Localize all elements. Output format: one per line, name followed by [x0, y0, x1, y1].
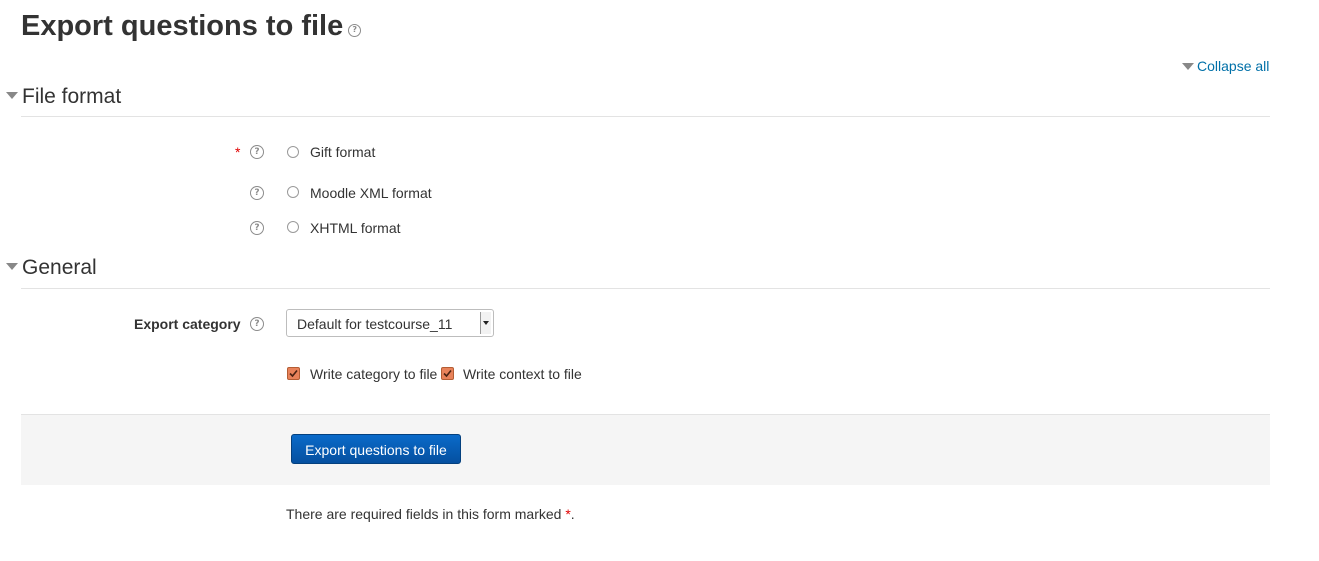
radio-gift-format[interactable] — [287, 146, 299, 158]
required-marker: * — [235, 144, 241, 160]
section-general-heading: General — [22, 256, 97, 279]
write-context-label[interactable]: Write context to file — [463, 366, 582, 382]
triangle-down-icon — [6, 262, 18, 270]
section-file-format-toggle[interactable]: File format — [6, 84, 121, 110]
help-icon[interactable]: ? — [348, 23, 362, 37]
help-icon[interactable]: ? — [250, 145, 264, 159]
help-icon[interactable]: ? — [250, 317, 264, 331]
collapse-all-link[interactable]: Collapse all — [1182, 58, 1269, 74]
required-note-text: There are required fields in this form m… — [286, 506, 562, 522]
radio-xhtml-format[interactable] — [287, 221, 299, 233]
write-context-checkbox[interactable] — [441, 367, 454, 380]
section-divider — [21, 116, 1270, 117]
page-title: Export questions to file? — [21, 6, 362, 46]
checkmark-icon — [289, 369, 298, 378]
section-divider — [21, 288, 1270, 289]
write-category-checkbox[interactable] — [287, 367, 300, 380]
required-fields-note: There are required fields in this form m… — [286, 506, 575, 522]
triangle-down-icon — [6, 91, 18, 99]
chevron-down-icon — [480, 312, 491, 334]
export-category-select[interactable]: Default for testcourse_11 — [286, 309, 494, 337]
option-gift-format-label[interactable]: Gift format — [310, 144, 375, 160]
section-file-format-heading: File format — [22, 85, 122, 108]
section-general-toggle[interactable]: General — [6, 255, 97, 281]
required-note-period: . — [570, 506, 575, 522]
collapse-all-label: Collapse all — [1197, 58, 1270, 74]
radio-moodle-xml-format[interactable] — [287, 186, 299, 198]
page-title-text: Export questions to file — [21, 10, 344, 42]
export-category-label: Export category — [134, 316, 241, 332]
export-category-value: Default for testcourse_11 — [297, 316, 453, 332]
help-icon[interactable]: ? — [250, 186, 264, 200]
help-icon[interactable]: ? — [250, 221, 264, 235]
write-category-label[interactable]: Write category to file — [310, 366, 437, 382]
form-actions-area — [21, 414, 1270, 485]
option-moodle-xml-format-label[interactable]: Moodle XML format — [310, 185, 432, 201]
option-xhtml-format-label[interactable]: XHTML format — [310, 220, 401, 236]
triangle-down-icon — [1182, 62, 1194, 70]
export-questions-button[interactable]: Export questions to file — [291, 434, 461, 464]
checkmark-icon — [443, 369, 452, 378]
